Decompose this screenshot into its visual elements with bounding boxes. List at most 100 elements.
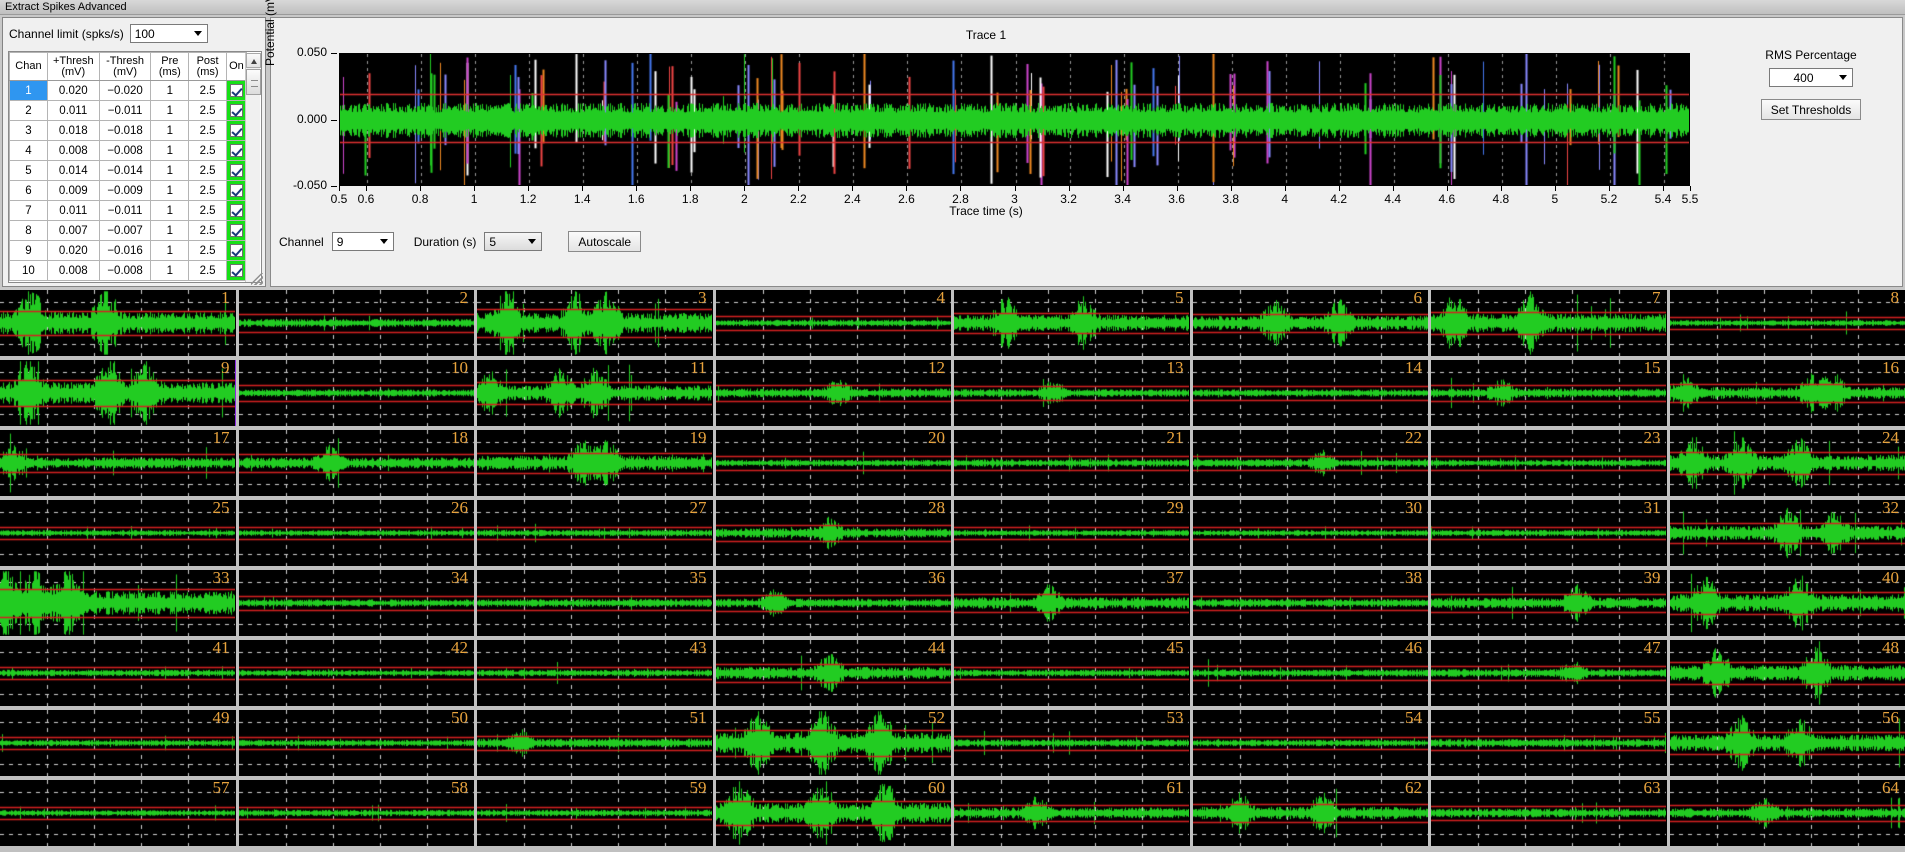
cell-pre[interactable]: 1 <box>151 181 189 201</box>
channel-cell-53[interactable]: 53 <box>954 710 1190 776</box>
channel-cell-44[interactable]: 44 <box>716 640 952 706</box>
channel-cell-32[interactable]: 32 <box>1670 500 1905 566</box>
autoscale-button[interactable]: Autoscale <box>568 231 641 252</box>
cell-pos-thresh[interactable]: 0.009 <box>47 181 99 201</box>
cell-pre[interactable]: 1 <box>151 141 189 161</box>
channel-cell-49[interactable]: 49 <box>0 710 236 776</box>
cell-post[interactable]: 2.5 <box>189 121 227 141</box>
channel-cell-59[interactable]: 59 <box>477 780 713 846</box>
cell-neg-thresh[interactable]: −0.011 <box>99 201 151 221</box>
channel-cell-62[interactable]: 62 <box>1193 780 1429 846</box>
channel-cell-25[interactable]: 25 <box>0 500 236 566</box>
cell-on-checkbox[interactable] <box>226 161 246 181</box>
channel-selector-dropdown[interactable]: 9 <box>332 232 394 251</box>
channel-cell-38[interactable]: 38 <box>1193 570 1429 636</box>
cell-pre[interactable]: 1 <box>151 241 189 261</box>
cell-neg-thresh[interactable]: −0.007 <box>99 221 151 241</box>
rms-percentage-dropdown[interactable]: 400 <box>1769 68 1853 87</box>
channel-cell-37[interactable]: 37 <box>954 570 1190 636</box>
trace-plot-area[interactable] <box>339 53 1690 186</box>
cell-post[interactable]: 2.5 <box>189 221 227 241</box>
cell-pos-thresh[interactable]: 0.020 <box>47 81 99 101</box>
set-thresholds-button[interactable]: Set Thresholds <box>1761 99 1862 120</box>
cell-post[interactable]: 2.5 <box>189 241 227 261</box>
channel-cell-46[interactable]: 46 <box>1193 640 1429 706</box>
channel-cell-39[interactable]: 39 <box>1431 570 1667 636</box>
cell-pre[interactable]: 1 <box>151 261 189 281</box>
channel-cell-3[interactable]: 3 <box>477 290 713 356</box>
cell-neg-thresh[interactable]: −0.014 <box>99 161 151 181</box>
cell-post[interactable]: 2.5 <box>189 81 227 101</box>
channel-cell-15[interactable]: 15 <box>1431 360 1667 426</box>
cell-pre[interactable]: 1 <box>151 221 189 241</box>
cell-chan[interactable]: 4 <box>10 141 48 161</box>
cell-post[interactable]: 2.5 <box>189 161 227 181</box>
cell-on-checkbox[interactable] <box>226 141 246 161</box>
table-row[interactable]: 80.007−0.00712.5 <box>10 221 247 241</box>
cell-pos-thresh[interactable]: 0.011 <box>47 101 99 121</box>
channel-cell-33[interactable]: 33 <box>0 570 236 636</box>
table-row[interactable]: 30.018−0.01812.5 <box>10 121 247 141</box>
cell-pre[interactable]: 1 <box>151 101 189 121</box>
table-row[interactable]: 70.011−0.01112.5 <box>10 201 247 221</box>
cell-pos-thresh[interactable]: 0.008 <box>47 141 99 161</box>
cell-post[interactable]: 2.5 <box>189 181 227 201</box>
cell-chan[interactable]: 9 <box>10 241 48 261</box>
channel-cell-51[interactable]: 51 <box>477 710 713 776</box>
cell-chan[interactable]: 10 <box>10 261 48 281</box>
cell-neg-thresh[interactable]: −0.020 <box>99 81 151 101</box>
cell-chan[interactable]: 7 <box>10 201 48 221</box>
cell-pos-thresh[interactable]: 0.020 <box>47 241 99 261</box>
cell-pre[interactable]: 1 <box>151 161 189 181</box>
cell-on-checkbox[interactable] <box>226 241 246 261</box>
channel-cell-34[interactable]: 34 <box>239 570 475 636</box>
cell-on-checkbox[interactable] <box>226 121 246 141</box>
channel-cell-10[interactable]: 10 <box>239 360 475 426</box>
channel-cell-57[interactable]: 57 <box>0 780 236 846</box>
channel-cell-61[interactable]: 61 <box>954 780 1190 846</box>
column-header-on[interactable]: On <box>226 53 246 81</box>
channel-cell-8[interactable]: 8 <box>1670 290 1905 356</box>
channel-cell-43[interactable]: 43 <box>477 640 713 706</box>
channel-cell-29[interactable]: 29 <box>954 500 1190 566</box>
scroll-up-button[interactable] <box>246 53 261 68</box>
channel-cell-48[interactable]: 48 <box>1670 640 1905 706</box>
cell-chan[interactable]: 8 <box>10 221 48 241</box>
channel-cell-41[interactable]: 41 <box>0 640 236 706</box>
table-row[interactable]: 60.009−0.00912.5 <box>10 181 247 201</box>
table-row[interactable]: 40.008−0.00812.5 <box>10 141 247 161</box>
channel-cell-36[interactable]: 36 <box>716 570 952 636</box>
cell-neg-thresh[interactable]: −0.018 <box>99 121 151 141</box>
channel-cell-17[interactable]: 17 <box>0 430 236 496</box>
channel-cell-26[interactable]: 26 <box>239 500 475 566</box>
cell-chan[interactable]: 6 <box>10 181 48 201</box>
channel-cell-28[interactable]: 28 <box>716 500 952 566</box>
cell-pre[interactable]: 1 <box>151 81 189 101</box>
channel-cell-45[interactable]: 45 <box>954 640 1190 706</box>
cell-pos-thresh[interactable]: 0.014 <box>47 161 99 181</box>
table-row[interactable]: 20.011−0.01112.5 <box>10 101 247 121</box>
table-row[interactable]: 50.014−0.01412.5 <box>10 161 247 181</box>
channel-cell-22[interactable]: 22 <box>1193 430 1429 496</box>
channel-cell-6[interactable]: 6 <box>1193 290 1429 356</box>
cell-on-checkbox[interactable] <box>226 81 246 101</box>
cell-chan[interactable]: 5 <box>10 161 48 181</box>
cell-pos-thresh[interactable]: 0.008 <box>47 261 99 281</box>
panel-resize-grip[interactable] <box>251 273 263 285</box>
channel-cell-27[interactable]: 27 <box>477 500 713 566</box>
channel-cell-24[interactable]: 24 <box>1670 430 1905 496</box>
duration-dropdown[interactable]: 5 <box>484 232 542 251</box>
column-header-post[interactable]: Post (ms) <box>189 53 227 81</box>
cell-on-checkbox[interactable] <box>226 181 246 201</box>
channel-cell-1[interactable]: 1 <box>0 290 236 356</box>
channel-cell-54[interactable]: 54 <box>1193 710 1429 776</box>
cell-on-checkbox[interactable] <box>226 201 246 221</box>
channel-cell-20[interactable]: 20 <box>716 430 952 496</box>
channel-cell-2[interactable]: 2 <box>239 290 475 356</box>
column-header-pre[interactable]: Pre (ms) <box>151 53 189 81</box>
channel-cell-4[interactable]: 4 <box>716 290 952 356</box>
channel-cell-14[interactable]: 14 <box>1193 360 1429 426</box>
channel-cell-21[interactable]: 21 <box>954 430 1190 496</box>
channel-limit-dropdown[interactable]: 100 <box>130 24 208 43</box>
scrollbar-thumb[interactable] <box>246 69 261 95</box>
